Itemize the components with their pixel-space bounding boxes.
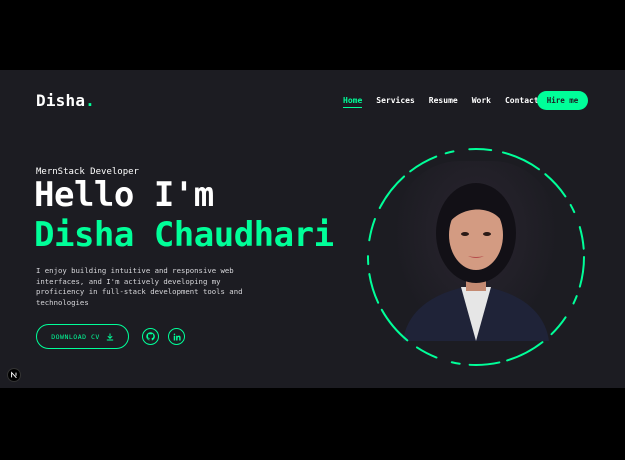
greeting-heading: Hello I'm xyxy=(34,175,214,215)
logo[interactable]: Disha. xyxy=(36,91,95,110)
github-link[interactable] xyxy=(142,328,159,345)
next-logo-icon xyxy=(11,371,17,379)
nav-resume[interactable]: Resume xyxy=(429,96,458,108)
portrait xyxy=(365,146,587,368)
bio-text: I enjoy building intuitive and responsiv… xyxy=(36,266,243,307)
name-heading: Disha Chaudhari xyxy=(34,215,334,255)
logo-dot: . xyxy=(85,91,96,110)
page-background: Disha. Home Services Resume Work Contact… xyxy=(0,70,625,388)
download-cv-button[interactable]: DOWNLOAD CV xyxy=(36,324,129,349)
nav-contact[interactable]: Contact xyxy=(505,96,539,108)
nav-work[interactable]: Work xyxy=(472,96,491,108)
decorative-dashed-ring xyxy=(367,148,585,366)
download-icon xyxy=(106,332,114,341)
nav-home[interactable]: Home xyxy=(343,96,363,108)
logo-text: Disha xyxy=(36,91,86,110)
linkedin-icon xyxy=(173,333,181,340)
download-cv-label: DOWNLOAD CV xyxy=(51,332,100,341)
linkedin-link[interactable] xyxy=(168,328,185,345)
next-dev-badge[interactable] xyxy=(7,368,21,382)
hire-me-button[interactable]: Hire me xyxy=(537,91,588,110)
github-icon xyxy=(146,332,155,341)
main-nav: Home Services Resume Work Contact xyxy=(343,96,553,108)
nav-services[interactable]: Services xyxy=(376,96,415,108)
